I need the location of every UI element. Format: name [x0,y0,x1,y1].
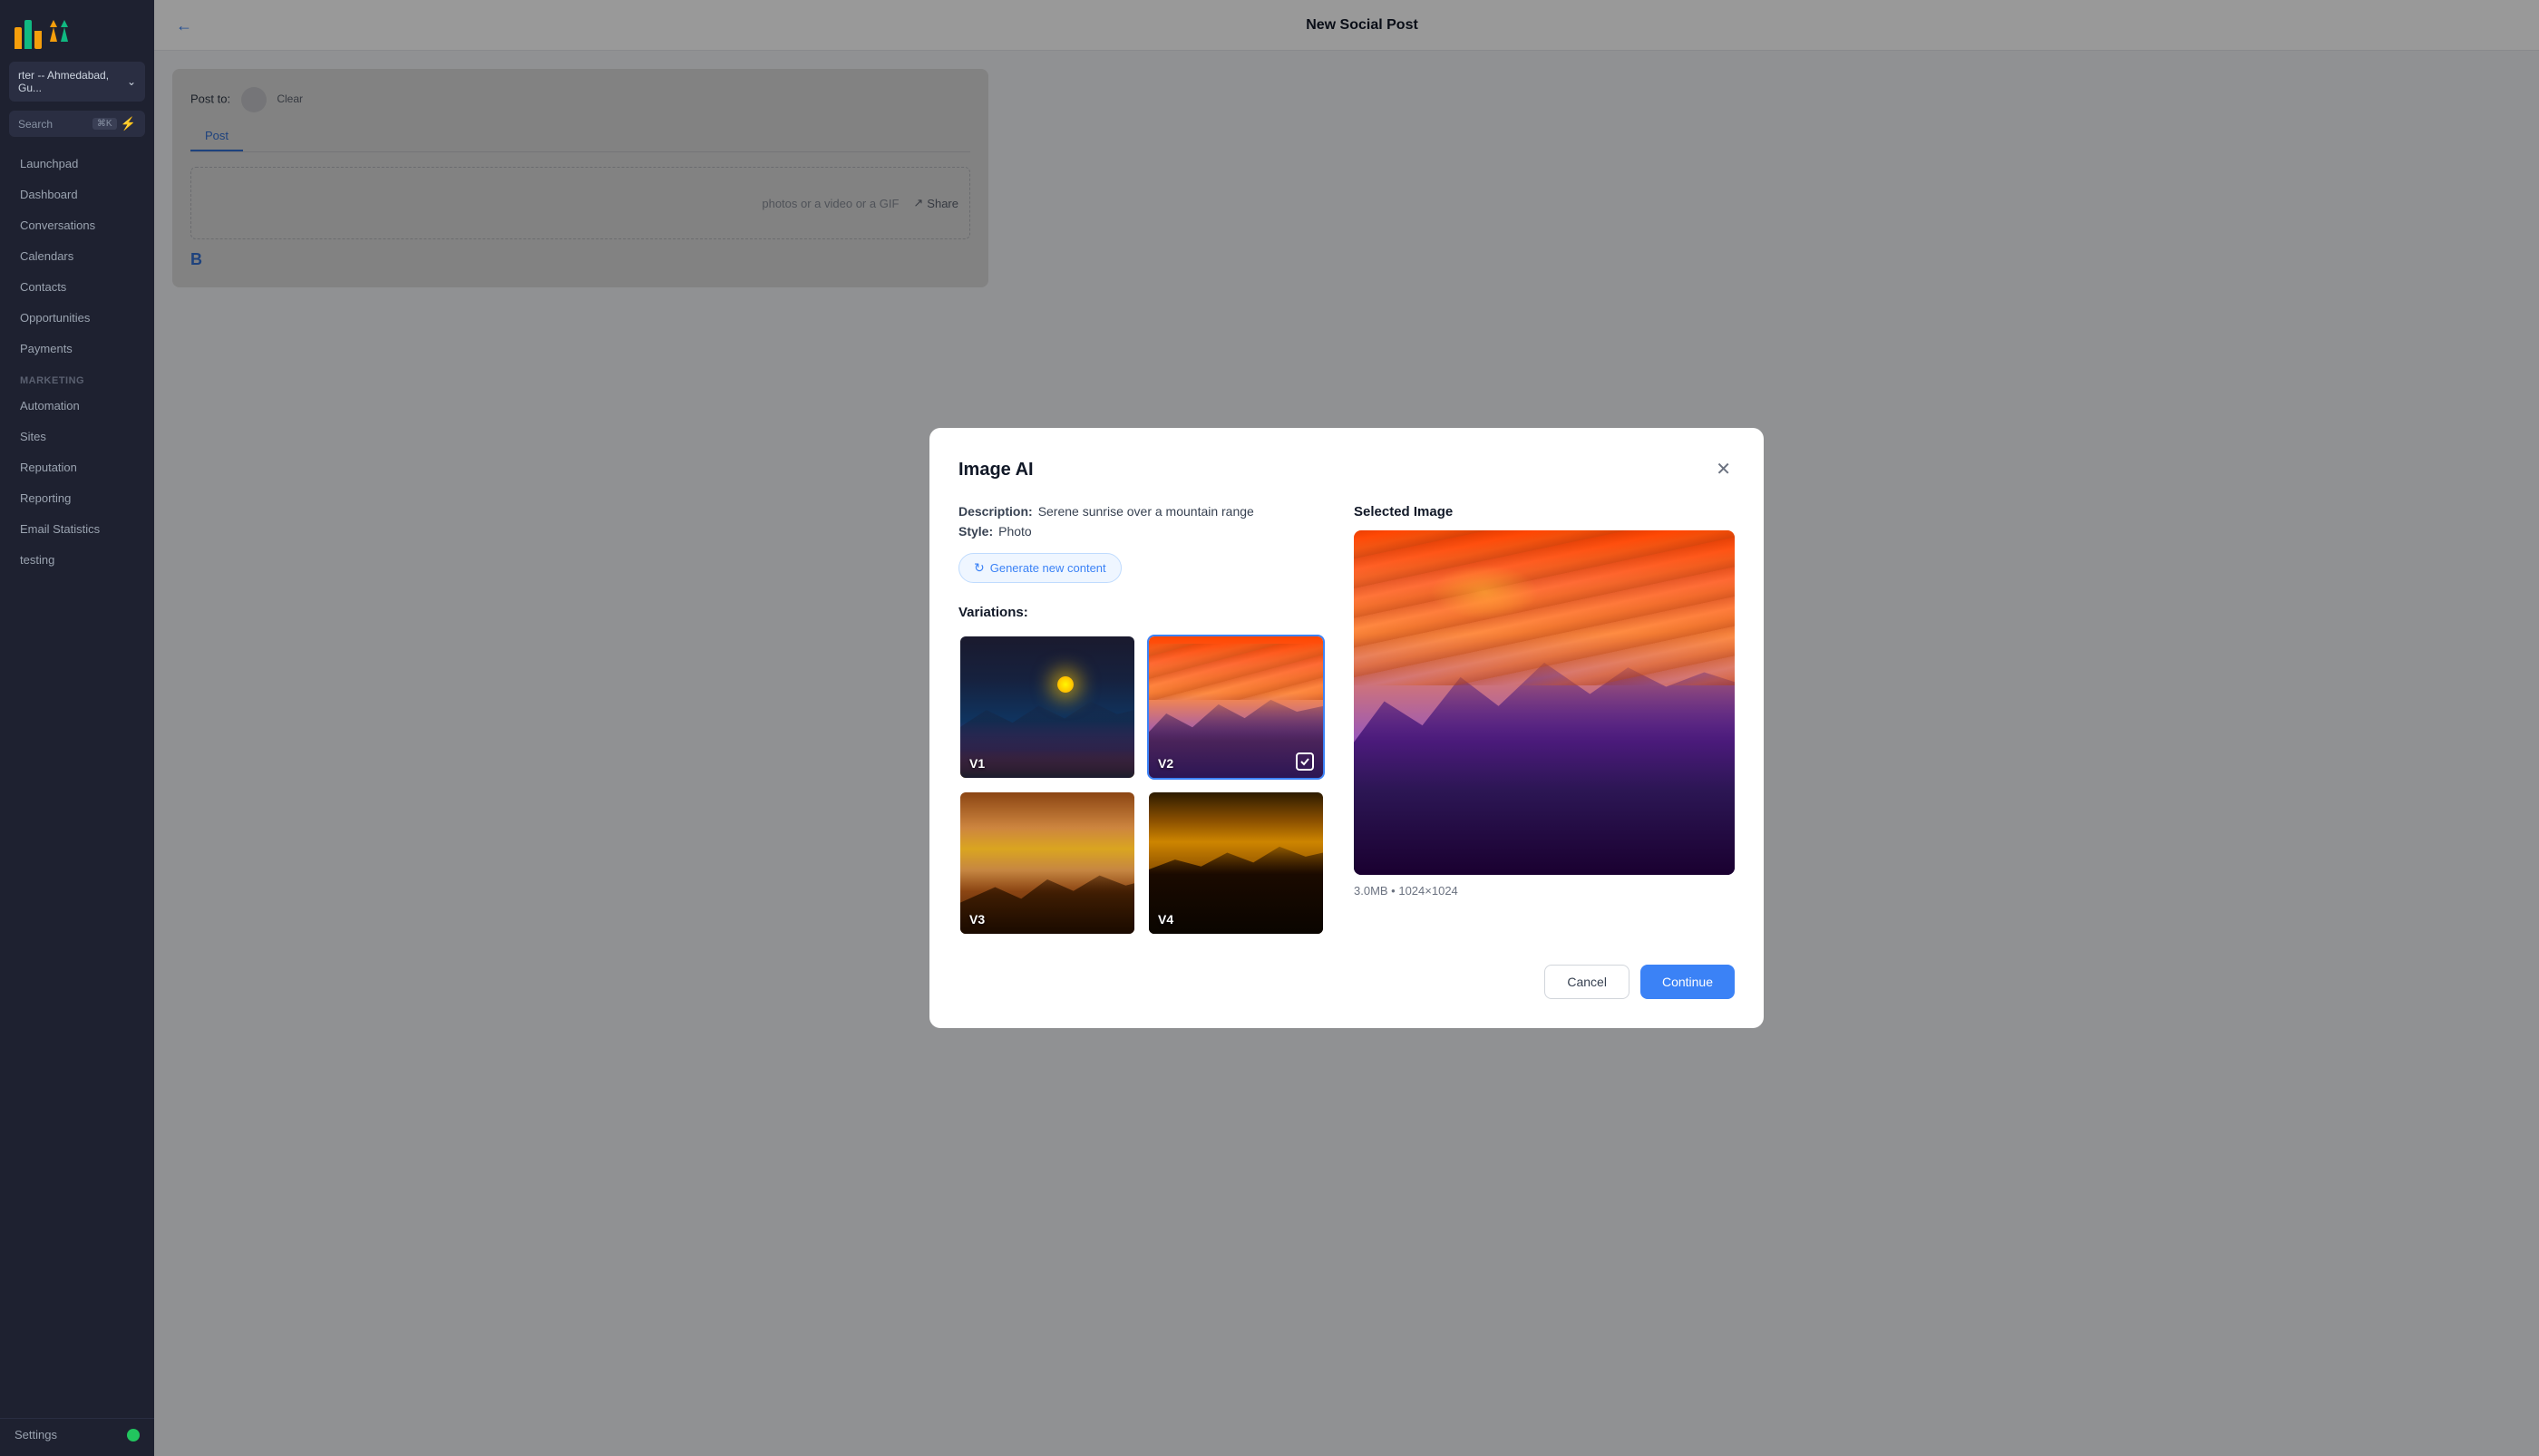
sidebar-item-conversations[interactable]: Conversations [5,210,149,240]
email-statistics-label: Email Statistics [20,522,100,536]
search-bar[interactable]: Search ⌘K ⚡ [9,111,145,137]
variation-v2[interactable]: V2 [1147,635,1325,780]
sidebar-item-payments[interactable]: Payments [5,334,149,364]
modal-footer: Cancel Continue [958,965,1735,999]
reputation-label: Reputation [20,461,77,474]
style-label: Style: [958,524,993,539]
testing-label: testing [20,553,54,567]
style-row: Style: Photo [958,524,1325,539]
modal-title: Image AI [958,460,1034,480]
sidebar-item-email-statistics[interactable]: Email Statistics [5,514,149,544]
sidebar-item-contacts[interactable]: Contacts [5,272,149,302]
dashboard-label: Dashboard [20,188,78,201]
style-value: Photo [998,524,1032,539]
variation-v1-label: V1 [969,756,985,771]
sidebar-item-launchpad[interactable]: Launchpad [5,149,149,179]
logo-svg [44,16,77,49]
variation-v2-label: V2 [1158,756,1173,771]
account-label: rter -- Ahmedabad, Gu... [18,69,127,94]
description-value: Serene sunrise over a mountain range [1038,504,1254,519]
contacts-label: Contacts [20,280,66,294]
refresh-icon: ↻ [974,560,985,576]
selected-image-title: Selected Image [1354,504,1735,519]
generate-btn-label: Generate new content [990,561,1106,575]
modal-body: Description: Serene sunrise over a mount… [958,504,1735,936]
calendars-label: Calendars [20,249,73,263]
variation-v3[interactable]: V3 [958,791,1136,936]
sidebar-nav: Launchpad Dashboard Conversations Calend… [0,148,154,1418]
search-lightning-icon: ⚡ [121,116,136,131]
variation-v2-check [1296,752,1314,771]
conversations-label: Conversations [20,218,95,232]
selected-image-glow [1430,565,1539,619]
status-dot [127,1429,140,1441]
generate-new-content-button[interactable]: ↻ Generate new content [958,553,1122,583]
app-logo-icon [15,16,77,49]
search-text: Search [18,118,53,131]
variation-v4[interactable]: V4 [1147,791,1325,936]
sidebar-item-reporting[interactable]: Reporting [5,483,149,513]
launchpad-label: Launchpad [20,157,78,170]
modal-left-panel: Description: Serene sunrise over a mount… [958,504,1325,936]
modal-overlay: Image AI ✕ Description: Serene sunrise o… [154,0,2539,1456]
chevron-down-icon: ⌄ [127,75,136,88]
modal-right-panel: Selected Image 3.0MB • 1024×1024 [1354,504,1735,936]
modal-header: Image AI ✕ [958,457,1735,482]
v1-sun [1057,676,1074,693]
sidebar-item-dashboard[interactable]: Dashboard [5,180,149,209]
selected-image-preview [1354,530,1735,875]
search-shortcut: ⌘K [92,118,117,130]
continue-button[interactable]: Continue [1640,965,1735,999]
reporting-label: Reporting [20,491,71,505]
sites-label: Sites [20,430,46,443]
settings-label: Settings [15,1428,57,1441]
variation-v4-label: V4 [1158,912,1173,927]
description-label: Description: [958,504,1033,519]
sidebar-item-sites[interactable]: Sites [5,422,149,451]
variations-title: Variations: [958,605,1325,620]
cancel-button[interactable]: Cancel [1544,965,1629,999]
sidebar: rter -- Ahmedabad, Gu... ⌄ Search ⌘K ⚡ L… [0,0,154,1456]
image-ai-modal: Image AI ✕ Description: Serene sunrise o… [929,428,1764,1028]
v2-clouds [1149,644,1323,700]
opportunities-label: Opportunities [20,311,90,325]
variation-v3-label: V3 [969,912,985,927]
main-area: ← New Social Post Post to: Clear Post ph… [154,0,2539,1456]
automation-label: Automation [20,399,80,413]
marketing-label: Marketing [20,375,84,386]
sidebar-item-calendars[interactable]: Calendars [5,241,149,271]
image-metadata: 3.0MB • 1024×1024 [1354,884,1735,898]
sidebar-item-automation[interactable]: Automation [5,391,149,421]
sidebar-item-reputation[interactable]: Reputation [5,452,149,482]
selected-image-clouds [1354,530,1735,685]
marketing-section-header: Marketing [5,364,149,390]
variation-v1[interactable]: V1 [958,635,1136,780]
modal-close-button[interactable]: ✕ [1712,457,1735,482]
account-selector[interactable]: rter -- Ahmedabad, Gu... ⌄ [9,62,145,102]
sidebar-item-testing[interactable]: testing [5,545,149,575]
description-row: Description: Serene sunrise over a mount… [958,504,1325,519]
sidebar-logo [0,0,154,62]
sidebar-item-opportunities[interactable]: Opportunities [5,303,149,333]
variations-grid: V1 V2 [958,635,1325,936]
settings-item[interactable]: Settings [0,1418,154,1456]
payments-label: Payments [20,342,73,355]
